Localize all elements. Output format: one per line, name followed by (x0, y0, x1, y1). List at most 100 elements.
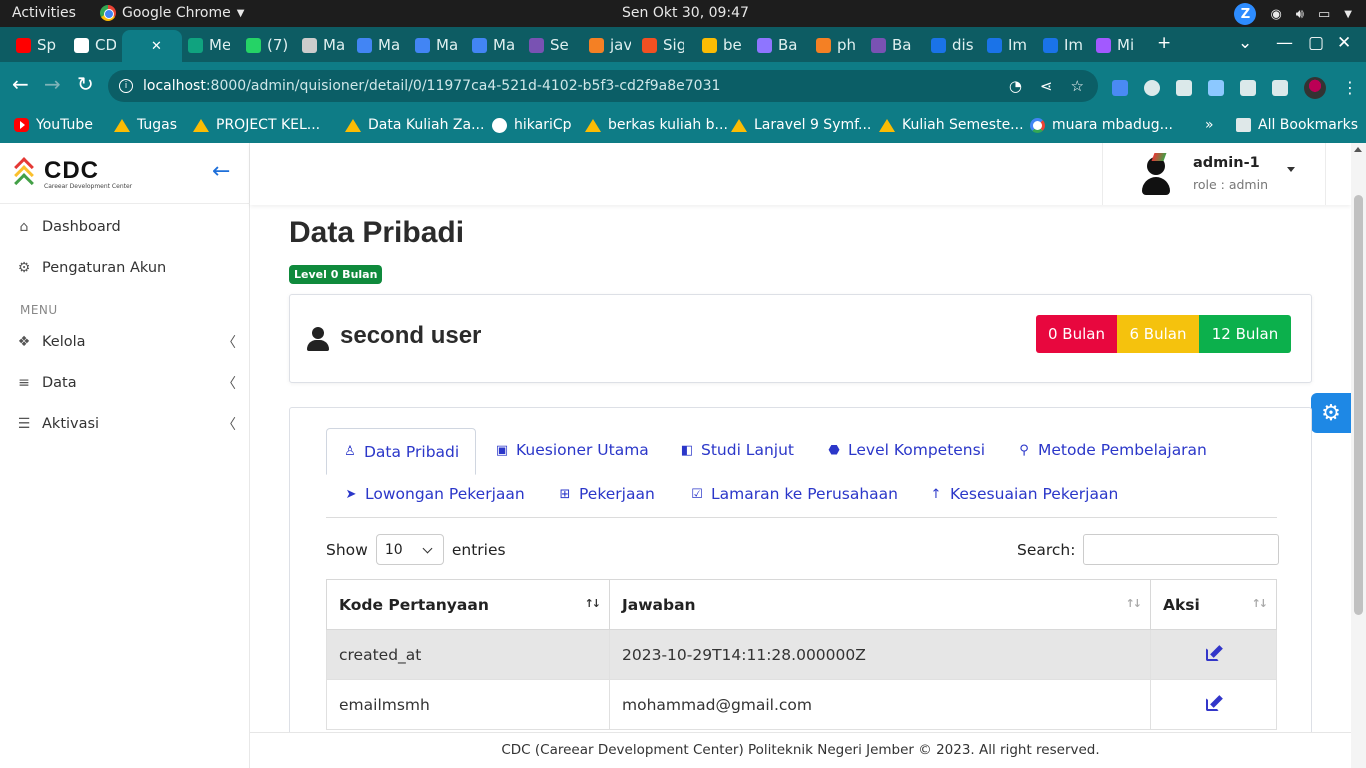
browser-tab[interactable]: Mi (1096, 33, 1138, 57)
level-6-bulan-button[interactable]: 6 Bulan (1117, 315, 1199, 353)
search-input[interactable] (1083, 534, 1280, 565)
chevron-left-icon: 〈 (222, 376, 236, 392)
profile-avatar[interactable] (1304, 77, 1326, 99)
reload-icon[interactable]: ↻ (77, 74, 94, 94)
all-bookmarks[interactable]: All Bookmarks (1236, 117, 1358, 133)
collapse-arrow-icon[interactable]: ← (212, 159, 230, 184)
battery-icon[interactable]: ▭ (1318, 7, 1330, 22)
sidebar-item-kelola[interactable]: ❖ Kelola 〈 (16, 334, 236, 351)
document-extension-icon[interactable] (1176, 80, 1192, 96)
performance-icon[interactable]: ◔ (1009, 77, 1022, 95)
close-window-icon[interactable]: ✕ (1337, 33, 1351, 53)
zoom-icon[interactable]: Z (1234, 3, 1257, 25)
data-table: Kode Pertanyaan ↑↓ Jawaban ↑↓ Aksi ↑↓ creat… (326, 579, 1277, 730)
media-control-icon[interactable] (1240, 80, 1256, 96)
tab-kesesuaian-pekerjaan[interactable]: ↑ Kesesuaian Pekerjaan (929, 485, 1119, 503)
clock[interactable]: Sen Okt 30, 09:47 (622, 5, 749, 21)
column-header-jawaban[interactable]: Jawaban ↑↓ (609, 579, 1151, 630)
puzzle-extensions-icon[interactable] (1208, 80, 1224, 96)
browser-tab[interactable]: Im (987, 33, 1029, 57)
tab-search-chevron-icon[interactable]: ⌄ (1238, 33, 1252, 53)
tab-favicon-icon (757, 37, 772, 53)
settings-gear-button[interactable]: ⚙ (1311, 393, 1351, 433)
browser-tab[interactable]: Im (1043, 33, 1085, 57)
bookmark-item[interactable]: Tugas (114, 117, 177, 133)
browser-tab[interactable]: ✕ (122, 30, 182, 62)
bookmark-item[interactable]: PROJECT KEL... (193, 117, 320, 133)
tab-favicon-icon (16, 37, 31, 53)
sidebar-item-aktivasi[interactable]: ☰ Aktivasi 〈 (16, 416, 236, 433)
tab-favicon-icon (472, 37, 487, 53)
back-arrow-icon[interactable]: ← (12, 74, 29, 94)
edit-icon[interactable] (1205, 644, 1223, 661)
browser-tab[interactable]: (7) (246, 33, 288, 57)
tab-studi-lanjut[interactable]: ◧ Studi Lanjut (680, 441, 794, 459)
user-dropdown[interactable]: admin-1 role : admin (1102, 143, 1326, 205)
share-icon[interactable]: ⋖ (1040, 77, 1053, 95)
browser-tab[interactable]: be (702, 33, 744, 57)
sidebar-item-pengaturan-akun[interactable]: ⚙ Pengaturan Akun (16, 260, 236, 276)
menu-kebab-icon[interactable]: ⋮ (1342, 80, 1358, 96)
edit-icon[interactable] (1205, 694, 1223, 711)
minimize-icon[interactable]: — (1276, 33, 1293, 53)
tab-data-pribadi[interactable]: ♙ Data Pribadi (326, 428, 477, 475)
level-12-bulan-button[interactable]: 12 Bulan (1199, 315, 1291, 353)
scroll-up-arrow-icon[interactable] (1354, 147, 1362, 152)
activities-button[interactable]: Activities (12, 5, 76, 21)
bookmark-item[interactable]: muara mbadug... (1030, 117, 1173, 133)
entries-select[interactable]: 10 (375, 534, 444, 565)
url-text[interactable]: localhost:8000/admin/quisioner/detail/0/… (143, 78, 720, 94)
browser-tab[interactable]: Ba (757, 33, 799, 57)
bookmark-item[interactable]: berkas kuliah b... (585, 117, 728, 133)
tab-metode-pembelajaran[interactable]: ⚲ Metode Pembelajaran (1017, 441, 1207, 459)
browser-tab[interactable]: Ma (472, 33, 514, 57)
sidebar-item-data[interactable]: ≡ Data 〈 (16, 375, 236, 392)
tab-pekerjaan[interactable]: ⊞ Pekerjaan (558, 485, 655, 503)
close-tab-icon[interactable]: ✕ (151, 39, 162, 54)
volume-icon[interactable]: 🔊︎ (1296, 7, 1304, 22)
browser-tab[interactable]: CD (74, 33, 116, 57)
forward-arrow-icon[interactable]: → (44, 74, 61, 94)
browser-tab[interactable]: dis (931, 33, 973, 57)
app-menu[interactable]: Google Chrome ▼ (100, 5, 244, 21)
browser-tab[interactable]: Me (188, 33, 230, 57)
browser-tab[interactable]: Sig (642, 33, 684, 57)
column-header-aksi[interactable]: Aksi ↑↓ (1150, 579, 1277, 630)
more-bookmarks-icon[interactable]: » (1205, 117, 1214, 133)
bookmark-item[interactable]: Kuliah Semeste... (879, 117, 1024, 133)
browser-tab[interactable]: Ma (357, 33, 399, 57)
sidebar-item-dashboard[interactable]: ⌂ Dashboard (16, 219, 236, 235)
side-panel-icon[interactable] (1272, 80, 1288, 96)
tab-lowongan-pekerjaan[interactable]: ➤ Lowongan Pekerjaan (344, 485, 525, 503)
extension-icon[interactable] (1144, 80, 1160, 96)
site-info-icon[interactable]: i (119, 79, 133, 93)
browser-tab[interactable]: ph (816, 33, 858, 57)
system-tray[interactable]: Z ◉ 🔊︎ ▭ ▼ (1234, 3, 1352, 25)
column-header-kode[interactable]: Kode Pertanyaan ↑↓ (326, 579, 610, 630)
bookmark-star-icon[interactable]: ☆ (1071, 77, 1084, 95)
translate-extension-icon[interactable] (1112, 80, 1128, 96)
browser-tab[interactable]: Ba (871, 33, 913, 57)
bookmark-item[interactable]: hikariCp (492, 117, 572, 133)
browser-tab[interactable]: Sp (16, 33, 58, 57)
new-tab-icon[interactable]: + (1157, 33, 1171, 53)
tab-kuesioner-utama[interactable]: ▣ Kuesioner Utama (495, 441, 649, 459)
level-0-bulan-button[interactable]: 0 Bulan (1036, 315, 1117, 353)
chevron-down-icon[interactable]: ▼ (1344, 9, 1352, 20)
browser-tab[interactable]: Ma (415, 33, 457, 57)
bookmark-item[interactable]: YouTube (14, 117, 93, 133)
scrollbar-thumb[interactable] (1354, 195, 1363, 615)
browser-tab[interactable]: Ma (302, 33, 344, 57)
maximize-icon[interactable]: ▢ (1308, 33, 1324, 53)
browser-tab[interactable]: Se (529, 33, 571, 57)
page-scrollbar[interactable] (1351, 143, 1366, 768)
laravel-icon (731, 118, 747, 132)
bookmark-item[interactable]: Data Kuliah Za... (345, 117, 484, 133)
browser-tab[interactable]: jav (589, 33, 631, 57)
tab-lamaran-ke-perusahaan[interactable]: ☑ Lamaran ke Perusahaan (690, 485, 898, 503)
tab-level-kompetensi[interactable]: ⬣ Level Kompetensi (827, 441, 985, 459)
brand-logo[interactable]: CDC Careear Development Center (14, 157, 132, 193)
bookmark-item[interactable]: Laravel 9 Symf... (731, 117, 871, 133)
network-icon[interactable]: ◉ (1270, 7, 1281, 22)
address-bar[interactable]: i localhost:8000/admin/quisioner/detail/… (108, 70, 1098, 102)
